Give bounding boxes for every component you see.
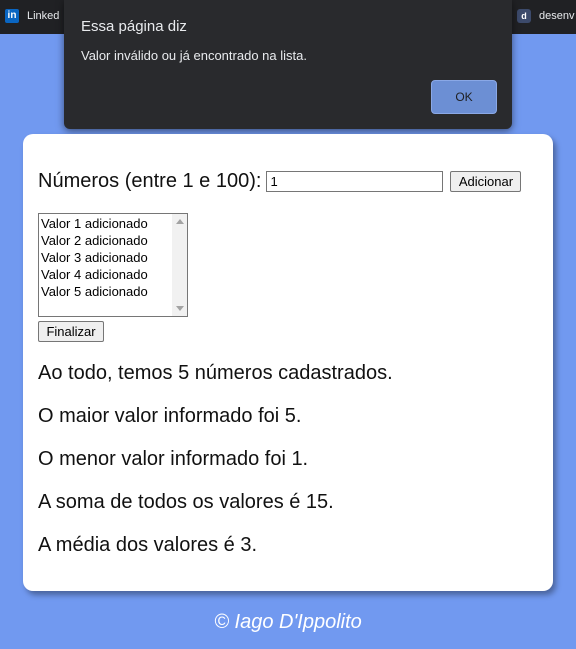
finish-button[interactable]: Finalizar bbox=[38, 321, 104, 342]
result-line: A soma de todos os valores é 15. bbox=[38, 491, 334, 513]
list-item[interactable]: Valor 4 adicionado bbox=[41, 266, 148, 283]
main-card: Números (entre 1 e 100): Adicionar Valor… bbox=[23, 134, 553, 591]
list-items: Valor 1 adicionado Valor 2 adicionado Valo… bbox=[41, 215, 148, 300]
list-item[interactable]: Valor 3 adicionado bbox=[41, 249, 148, 266]
bookmark-label: Linked bbox=[27, 10, 60, 22]
linkedin-icon: in bbox=[5, 9, 19, 23]
scroll-down-icon[interactable] bbox=[176, 306, 184, 311]
list-item[interactable]: Valor 1 adicionado bbox=[41, 215, 148, 232]
bookmark-linkedin[interactable]: in Linked bbox=[5, 9, 59, 23]
number-form: Números (entre 1 e 100): Adicionar bbox=[38, 170, 522, 193]
d-icon: d bbox=[517, 9, 531, 23]
result-line: O menor valor informado foi 1. bbox=[38, 448, 309, 470]
result-line: A média dos valores é 3. bbox=[38, 534, 258, 556]
scroll-up-icon[interactable] bbox=[176, 219, 184, 224]
results: Ao todo, temos 5 números cadastrados. O m… bbox=[38, 361, 393, 576]
list-item[interactable]: Valor 5 adicionado bbox=[41, 283, 148, 300]
numbers-label: Números (entre 1 e 100): bbox=[38, 170, 262, 192]
dialog-title: Essa página diz bbox=[81, 18, 187, 35]
result-line: O maior valor informado foi 5. bbox=[38, 405, 302, 427]
bookmark-desenv[interactable]: d desenv bbox=[517, 9, 574, 23]
listbox-scrollbar[interactable] bbox=[172, 214, 187, 316]
ok-button[interactable]: OK bbox=[431, 80, 497, 114]
list-item[interactable]: Valor 2 adicionado bbox=[41, 232, 148, 249]
add-button[interactable]: Adicionar bbox=[450, 171, 522, 192]
result-line: Ao todo, temos 5 números cadastrados. bbox=[38, 362, 393, 384]
dialog-message: Valor inválido ou já encontrado na lista… bbox=[81, 48, 307, 63]
alert-dialog: Essa página diz Valor inválido ou já enc… bbox=[64, 0, 512, 129]
values-listbox[interactable]: Valor 1 adicionado Valor 2 adicionado Valo… bbox=[38, 213, 188, 317]
number-input[interactable] bbox=[266, 171, 444, 192]
footer-credit: © Iago D'Ippolito bbox=[214, 611, 362, 633]
bookmark-label: desenv bbox=[539, 10, 575, 22]
